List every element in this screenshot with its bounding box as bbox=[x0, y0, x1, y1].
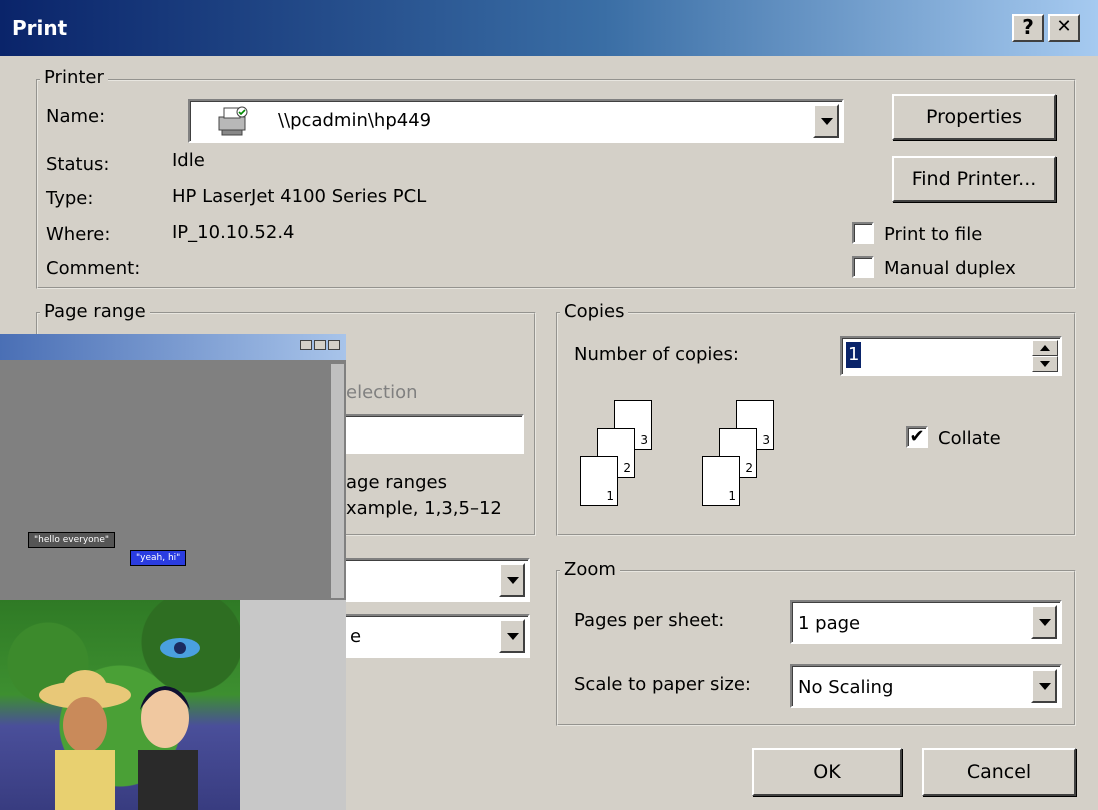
scale-value: No Scaling bbox=[798, 677, 894, 698]
type-label: Type: bbox=[46, 188, 94, 209]
chevron-down-icon[interactable] bbox=[1031, 605, 1057, 639]
close-icon[interactable] bbox=[328, 340, 340, 350]
collated-pages-icon: 3 2 1 bbox=[702, 400, 782, 510]
name-label: Name: bbox=[46, 106, 106, 127]
copies-label: Copies bbox=[560, 302, 629, 322]
comment-label: Comment: bbox=[46, 258, 141, 279]
page-range-label: Page range bbox=[40, 302, 150, 322]
where-value: IP_10.10.52.4 bbox=[172, 222, 295, 243]
manual-duplex-label[interactable]: Manual duplex bbox=[884, 258, 1016, 279]
avatars-illustration bbox=[39, 638, 200, 810]
pages-input[interactable] bbox=[330, 414, 524, 454]
page-range-hint-2: xample, 1,3,5–12 bbox=[346, 498, 502, 519]
game-scene-image bbox=[0, 600, 240, 810]
close-button[interactable]: ✕ bbox=[1048, 14, 1080, 42]
game-window-titlebar[interactable] bbox=[0, 334, 346, 360]
chevron-down-icon[interactable] bbox=[813, 104, 839, 138]
minimize-icon[interactable] bbox=[300, 340, 312, 350]
printer-name-value: \\pcadmin\hp449 bbox=[278, 110, 432, 131]
collate-label[interactable]: Collate bbox=[938, 428, 1001, 449]
properties-button[interactable]: Properties bbox=[892, 94, 1056, 140]
scale-label: Scale to paper size: bbox=[574, 674, 751, 695]
collate-checkbox[interactable]: ✔ bbox=[906, 426, 928, 448]
print-select-value: e bbox=[350, 626, 362, 647]
collated-pages-icon: 3 2 1 bbox=[580, 400, 660, 510]
pages-per-sheet-value: 1 page bbox=[798, 613, 861, 634]
spin-down-icon[interactable] bbox=[1032, 356, 1058, 372]
window-title: Print bbox=[12, 16, 68, 40]
printer-icon bbox=[218, 106, 248, 136]
scale-select[interactable]: No Scaling bbox=[790, 664, 1062, 708]
selection-option-label[interactable]: election bbox=[346, 382, 418, 403]
chevron-down-icon[interactable] bbox=[499, 563, 525, 597]
ok-button[interactable]: OK bbox=[752, 748, 902, 796]
chevron-down-icon[interactable] bbox=[1031, 669, 1057, 703]
pages-per-sheet-label: Pages per sheet: bbox=[574, 610, 725, 631]
page-range-hint-1: age ranges bbox=[346, 472, 447, 493]
manual-duplex-checkbox[interactable] bbox=[852, 256, 874, 278]
print-to-file-label[interactable]: Print to file bbox=[884, 224, 982, 245]
copies-spinner[interactable]: 1 bbox=[840, 336, 1062, 376]
cancel-button[interactable]: Cancel bbox=[922, 748, 1076, 796]
chevron-down-icon[interactable] bbox=[499, 619, 525, 653]
title-bar[interactable]: Print ? ✕ bbox=[0, 0, 1098, 56]
game-chat-area: "hello everyone" "yeah, hi" bbox=[0, 360, 346, 600]
print-to-file-checkbox[interactable] bbox=[852, 222, 874, 244]
where-label: Where: bbox=[46, 224, 111, 245]
printer-name-select[interactable]: \\pcadmin\hp449 bbox=[188, 99, 844, 143]
printer-group-label: Printer bbox=[40, 68, 108, 88]
status-label: Status: bbox=[46, 154, 110, 175]
maximize-icon[interactable] bbox=[314, 340, 326, 350]
help-button[interactable]: ? bbox=[1012, 14, 1044, 42]
number-of-copies-label: Number of copies: bbox=[574, 344, 739, 365]
spin-up-icon[interactable] bbox=[1032, 340, 1058, 356]
print-select[interactable]: e bbox=[330, 614, 530, 658]
chat-bubble: "hello everyone" bbox=[28, 532, 116, 548]
print-what-select[interactable] bbox=[330, 558, 530, 602]
game-side-panel bbox=[240, 600, 346, 810]
pages-per-sheet-select[interactable]: 1 page bbox=[790, 600, 1062, 644]
find-printer-button[interactable]: Find Printer... bbox=[892, 156, 1056, 202]
copies-value[interactable]: 1 bbox=[846, 342, 862, 368]
zoom-label: Zoom bbox=[560, 560, 620, 580]
status-value: Idle bbox=[172, 150, 205, 171]
chat-bubble: "yeah, hi" bbox=[130, 550, 187, 566]
type-value: HP LaserJet 4100 Series PCL bbox=[172, 186, 427, 207]
scrollbar[interactable] bbox=[330, 364, 344, 598]
